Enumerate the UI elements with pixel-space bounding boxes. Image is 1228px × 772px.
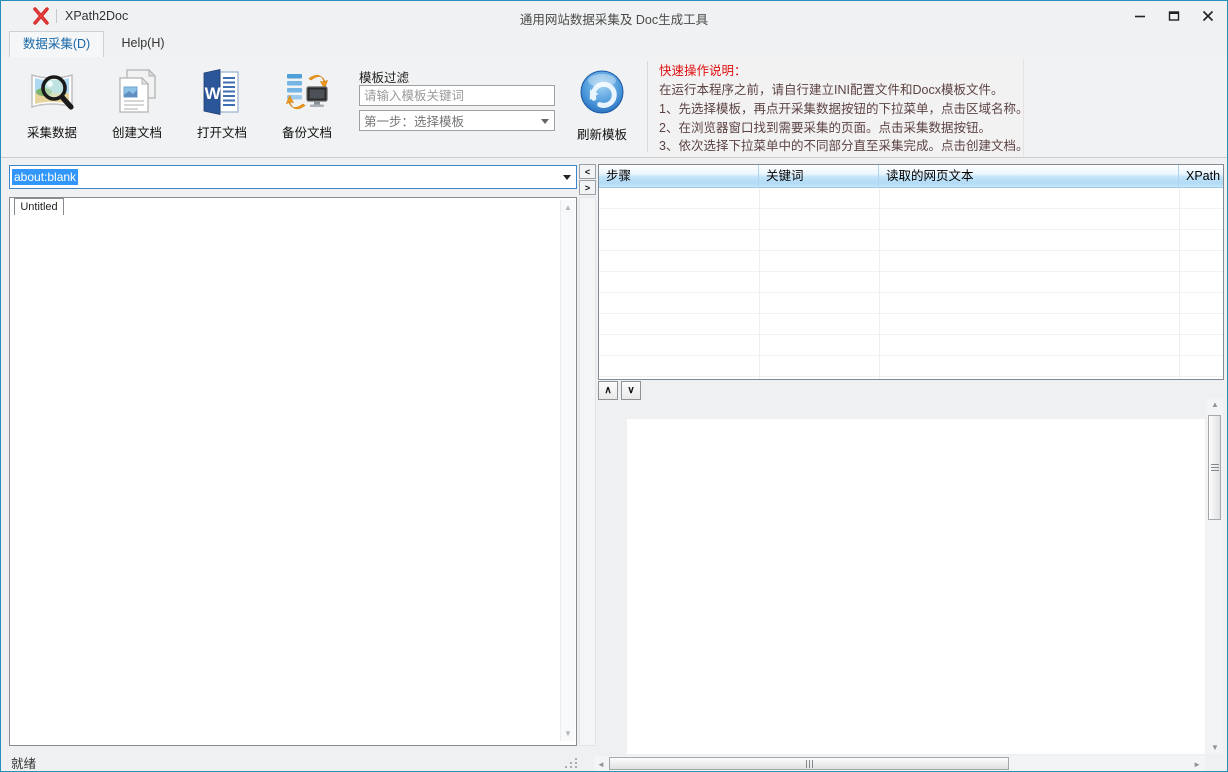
status-ready-label: 就绪 xyxy=(11,753,36,772)
move-row-up-button[interactable]: ∧ xyxy=(598,381,618,400)
ribbon-separator xyxy=(647,61,648,152)
main-area: about:blank < > Untitled ▲ ▼ 就绪 xyxy=(1,158,1227,772)
minimize-button[interactable] xyxy=(1129,5,1151,27)
template-filter-group-title: 模板过滤 xyxy=(359,67,409,86)
panel-collapse-left-button[interactable]: < xyxy=(579,164,596,179)
tab-help[interactable]: Help(H) xyxy=(105,31,181,57)
refresh-icon xyxy=(579,69,625,115)
refresh-templates-label: 刷新模板 xyxy=(577,124,627,143)
steps-table-header: 步骤 关键词 读取的网页文本 XPath xyxy=(599,165,1223,188)
table-row[interactable] xyxy=(599,188,1223,209)
svg-text:W: W xyxy=(205,84,222,103)
quick-instructions-panel: 快速操作说明： 在运行本程序之前，请自行建立INI配置文件和Docx模板文件。 … xyxy=(653,59,1024,156)
backup-doc-label: 备份文档 xyxy=(282,122,332,141)
scroll-down-icon[interactable]: ▼ xyxy=(1207,743,1223,752)
table-row[interactable] xyxy=(599,293,1223,314)
scroll-up-icon[interactable]: ▲ xyxy=(561,203,575,212)
create-doc-label: 创建文档 xyxy=(112,122,162,141)
browser-panel: Untitled ▲ ▼ xyxy=(9,197,577,746)
chevron-down-icon xyxy=(541,119,549,124)
scroll-left-icon[interactable]: ◄ xyxy=(597,760,605,769)
table-row[interactable] xyxy=(599,272,1223,293)
column-gridline xyxy=(879,188,880,379)
scroll-thumb-grip xyxy=(806,760,814,768)
address-combobox[interactable]: about:blank xyxy=(9,165,577,189)
template-keyword-input[interactable] xyxy=(359,85,555,106)
instructions-line: 在运行本程序之前，请自行建立INI配置文件和Docx模板文件。 xyxy=(659,81,1023,100)
instructions-line: 3、依次选择下拉菜单中的不同部分直至采集完成。点击创建文档。 xyxy=(659,137,1023,156)
horizontal-scroll-thumb[interactable] xyxy=(609,757,1009,770)
instructions-line: 1、先选择模板，再点开采集数据按钮的下拉菜单，点击区域名称。 xyxy=(659,100,1023,119)
create-doc-button[interactable]: 创建文档 xyxy=(95,61,179,155)
backup-doc-button[interactable]: 备份文档 xyxy=(265,61,349,155)
ribbon-toolbar: 采集数据 创建文档 W 打开文档 xyxy=(1,57,1227,158)
open-doc-label: 打开文档 xyxy=(197,122,247,141)
scroll-right-icon[interactable]: ► xyxy=(1193,760,1201,769)
collect-data-button[interactable]: 采集数据 xyxy=(10,61,94,155)
template-select-value: 第一步：选择模板 xyxy=(364,111,464,130)
refresh-templates-button[interactable]: 刷新模板 xyxy=(571,61,633,155)
browser-vertical-scrollbar[interactable]: ▲ ▼ xyxy=(560,200,575,741)
ribbon-tab-strip: 数据采集(D) Help(H) xyxy=(1,31,1227,57)
address-value: about:blank xyxy=(12,169,78,185)
column-header-step[interactable]: 步骤 xyxy=(599,165,759,188)
create-doc-icon xyxy=(111,66,163,118)
maximize-button[interactable] xyxy=(1163,5,1185,27)
tab-data-collection[interactable]: 数据采集(D) xyxy=(9,31,104,57)
close-icon xyxy=(1202,10,1214,22)
browser-tab-untitled[interactable]: Untitled xyxy=(14,198,64,215)
steps-table-body xyxy=(599,188,1223,379)
preview-vertical-scrollbar[interactable]: ▲ ▼ xyxy=(1207,398,1223,754)
window-title: 通用网站数据采集及 Doc生成工具 xyxy=(1,9,1227,28)
column-header-xpath[interactable]: XPath xyxy=(1179,165,1223,188)
table-row[interactable] xyxy=(599,314,1223,335)
backup-doc-icon xyxy=(281,66,333,118)
steps-table[interactable]: 步骤 关键词 读取的网页文本 XPath xyxy=(598,164,1224,380)
preview-horizontal-scrollbar[interactable]: ◄ ► xyxy=(594,756,1205,772)
resize-grip-icon[interactable] xyxy=(565,758,578,770)
column-header-pagetext[interactable]: 读取的网页文本 xyxy=(879,165,1179,188)
column-gridline xyxy=(759,188,760,379)
instructions-line: 2、在浏览器窗口找到需要采集的页面。点击采集数据按钮。 xyxy=(659,119,1023,138)
table-row[interactable] xyxy=(599,356,1223,377)
scroll-down-icon[interactable]: ▼ xyxy=(561,729,575,738)
move-row-down-button[interactable]: ∨ xyxy=(621,381,641,400)
template-select-dropdown[interactable]: 第一步：选择模板 xyxy=(359,110,555,131)
table-row[interactable] xyxy=(599,230,1223,251)
column-header-keyword[interactable]: 关键词 xyxy=(759,165,879,188)
table-row[interactable] xyxy=(599,209,1223,230)
vertical-splitter[interactable] xyxy=(579,197,596,746)
scroll-thumb-grip xyxy=(1211,464,1219,472)
title-bar: XPath2Doc 通用网站数据采集及 Doc生成工具 xyxy=(1,1,1227,31)
maximize-icon xyxy=(1168,10,1180,22)
app-window: XPath2Doc 通用网站数据采集及 Doc生成工具 数据采集(D) Help… xyxy=(0,0,1228,772)
panel-expand-right-button[interactable]: > xyxy=(579,180,596,195)
table-row[interactable] xyxy=(599,335,1223,356)
scroll-up-icon[interactable]: ▲ xyxy=(1207,400,1223,409)
vertical-scroll-thumb[interactable] xyxy=(1208,415,1221,520)
open-doc-button[interactable]: W 打开文档 xyxy=(180,61,264,155)
minimize-icon xyxy=(1134,10,1146,22)
window-controls xyxy=(1129,1,1219,31)
instructions-title: 快速操作说明： xyxy=(659,62,1023,81)
close-button[interactable] xyxy=(1197,5,1219,27)
combo-dropdown-icon[interactable] xyxy=(563,175,571,180)
collect-data-icon xyxy=(26,66,78,118)
table-row[interactable] xyxy=(599,251,1223,272)
collect-data-label: 采集数据 xyxy=(27,122,77,141)
column-gridline xyxy=(1179,188,1180,379)
open-doc-icon: W xyxy=(196,66,248,118)
document-preview-panel[interactable] xyxy=(627,419,1205,754)
